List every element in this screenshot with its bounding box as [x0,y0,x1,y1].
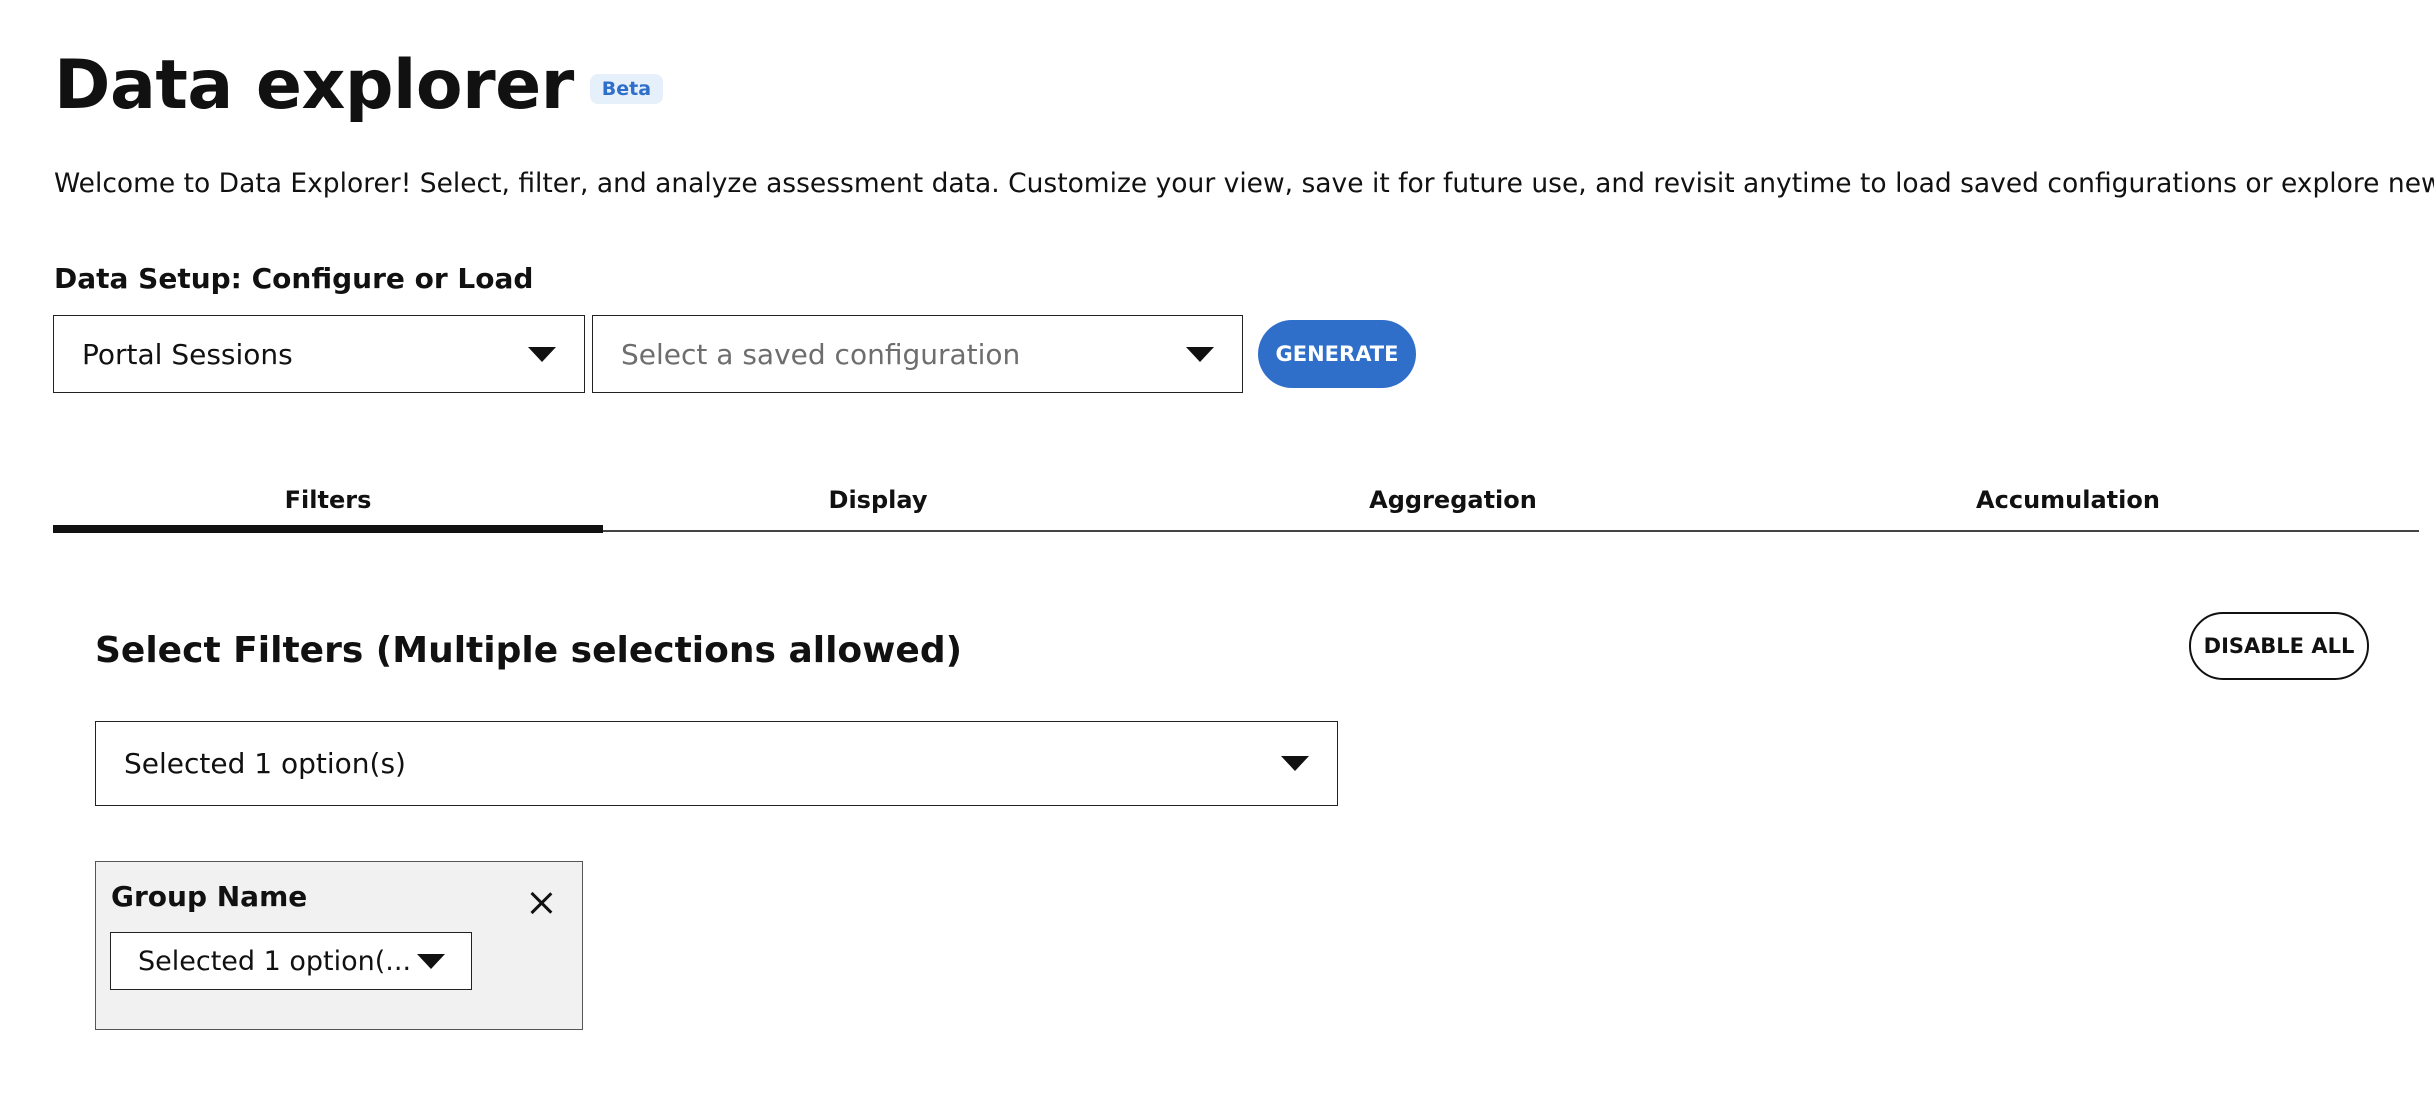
beta-badge: Beta [589,74,664,104]
intro-text: Welcome to Data Explorer! Select, filter… [54,168,2434,199]
saved-configuration-placeholder: Select a saved configuration [621,337,1021,371]
title-row: Data explorer Beta [54,46,664,125]
tab-display[interactable]: Display [603,470,1153,530]
data-explorer-page: Data explorer Beta Welcome to Data Explo… [0,0,2434,1112]
filter-card-group-name: Group Name Selected 1 option(... [95,861,583,1030]
chevron-down-icon [528,346,556,362]
dataset-select[interactable]: Portal Sessions [53,315,585,393]
close-icon[interactable] [526,888,556,918]
saved-configuration-select[interactable]: Select a saved configuration [592,315,1243,393]
chevron-down-icon [1281,756,1309,771]
filter-selector[interactable]: Selected 1 option(s) [95,721,1338,806]
generate-button[interactable]: GENERATE [1258,320,1416,388]
group-name-select[interactable]: Selected 1 option(... [110,932,472,990]
chevron-down-icon [1186,346,1214,362]
tab-aggregation[interactable]: Aggregation [1153,470,1753,530]
filter-card-title: Group Name [111,880,308,913]
chevron-down-icon [417,953,445,969]
tab-bar: Filters Display Aggregation Accumulation [53,470,2419,533]
filter-selector-value: Selected 1 option(s) [124,747,406,780]
disable-all-button[interactable]: DISABLE ALL [2189,612,2369,680]
dataset-select-value: Portal Sessions [82,337,293,371]
data-setup-label: Data Setup: Configure or Load [54,262,534,295]
filters-heading: Select Filters (Multiple selections allo… [95,630,963,671]
group-name-select-value: Selected 1 option(... [138,945,412,977]
page-title: Data explorer [54,46,574,125]
tab-filters[interactable]: Filters [53,470,603,533]
tab-accumulation[interactable]: Accumulation [1753,470,2383,530]
